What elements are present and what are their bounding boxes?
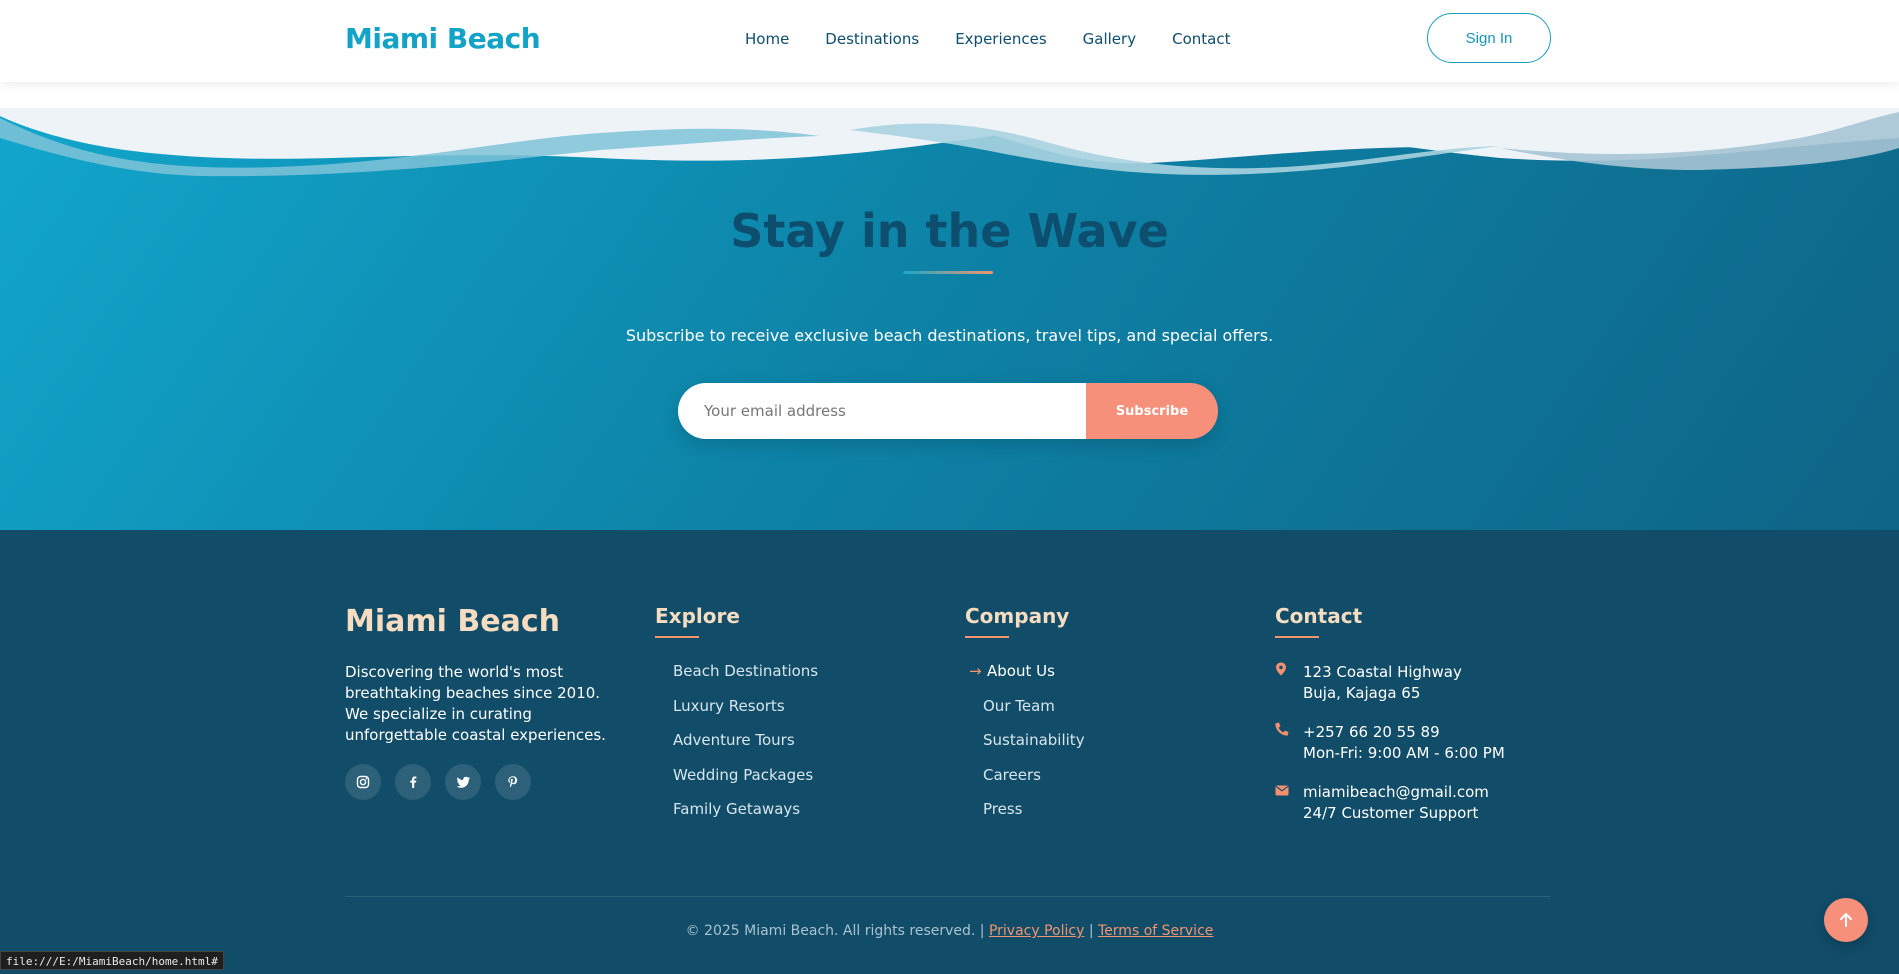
site-logo[interactable]: Miami Beach <box>345 22 541 55</box>
title-underline <box>903 271 993 274</box>
terms-of-service-link[interactable]: Terms of Service <box>1098 923 1213 939</box>
map-marker-icon <box>1275 662 1303 704</box>
contact-title-underline <box>1275 636 1319 638</box>
phone-icon <box>1275 722 1303 764</box>
contact-title: Contact <box>1275 604 1363 628</box>
footer-link-beach-destinations[interactable]: Beach Destinations <box>655 662 818 697</box>
footer-divider <box>345 896 1550 897</box>
nav-experiences[interactable]: Experiences <box>955 30 1046 48</box>
nav-destinations[interactable]: Destinations <box>825 30 919 48</box>
footer-link-wedding-packages[interactable]: Wedding Packages <box>655 766 818 801</box>
company-title: Company <box>965 604 1070 628</box>
phone-number[interactable]: +257 66 20 55 89 <box>1303 722 1505 743</box>
copyright-separator: | <box>1088 923 1094 939</box>
copyright-text: © 2025 Miami Beach. All rights reserved.… <box>685 923 985 939</box>
explore-title: Explore <box>655 604 740 628</box>
nav-home[interactable]: Home <box>745 30 789 48</box>
company-column: Company → About Us Our Team Sustainabilit… <box>965 604 1085 835</box>
instagram-icon[interactable] <box>345 764 381 800</box>
footer-brand: Miami Beach <box>345 604 560 639</box>
contact-phone: +257 66 20 55 89 Mon-Fri: 9:00 AM - 6:00… <box>1275 722 1505 764</box>
footer-link-family-getaways[interactable]: Family Getaways <box>655 800 818 835</box>
nav-contact[interactable]: Contact <box>1172 30 1230 48</box>
twitter-icon[interactable] <box>445 764 481 800</box>
footer-link-sustainability[interactable]: Sustainability <box>965 731 1085 766</box>
email-address[interactable]: miamibeach@gmail.com <box>1303 782 1489 803</box>
copyright-bar: © 2025 Miami Beach. All rights reserved.… <box>0 923 1899 939</box>
arrow-up-icon <box>1840 913 1852 927</box>
contact-address: 123 Coastal Highway Buja, Kajaga 65 <box>1275 662 1505 704</box>
support-text: 24/7 Customer Support <box>1303 804 1479 822</box>
explore-column: Explore Beach Destinations Luxury Resort… <box>655 604 818 835</box>
pinterest-icon[interactable] <box>495 764 531 800</box>
sign-in-button[interactable]: Sign In <box>1427 13 1551 63</box>
footer-link-label: About Us <box>987 662 1055 680</box>
contact-column: Contact 123 Coastal Highway Buja, Kajaga… <box>1275 604 1505 842</box>
footer-description: Discovering the world's most breathtakin… <box>345 663 606 744</box>
footer-link-press[interactable]: Press <box>965 800 1085 835</box>
company-title-underline <box>965 636 1009 638</box>
office-hours: Mon-Fri: 9:00 AM - 6:00 PM <box>1303 744 1505 762</box>
newsletter-subtitle: Subscribe to receive exclusive beach des… <box>625 326 1274 345</box>
contact-email: miamibeach@gmail.com 24/7 Customer Suppo… <box>1275 782 1505 824</box>
social-links <box>345 764 531 800</box>
nav-gallery[interactable]: Gallery <box>1083 30 1136 48</box>
site-header: Miami Beach Home Destinations Experience… <box>0 0 1899 82</box>
footer-link-adventure-tours[interactable]: Adventure Tours <box>655 731 818 766</box>
newsletter-title: Stay in the Wave <box>730 204 1169 258</box>
footer-link-careers[interactable]: Careers <box>965 766 1085 801</box>
privacy-policy-link[interactable]: Privacy Policy <box>989 923 1084 939</box>
arrow-right-icon: → <box>969 662 982 680</box>
main-nav: Home Destinations Experiences Gallery Co… <box>745 30 1266 48</box>
wave-decoration <box>0 108 1899 177</box>
newsletter-section: Stay in the Wave Subscribe to receive ex… <box>0 108 1899 530</box>
email-input[interactable] <box>678 383 1086 439</box>
facebook-icon[interactable] <box>395 764 431 800</box>
subscribe-form: Subscribe <box>678 383 1218 439</box>
browser-status-bar: file:///E:/MiamiBeach/home.html# <box>0 951 224 970</box>
site-footer: Miami Beach Discovering the world's most… <box>0 530 1899 974</box>
footer-link-our-team[interactable]: Our Team <box>965 697 1085 732</box>
address-line-1: 123 Coastal Highway <box>1303 663 1462 681</box>
scroll-to-top-button[interactable] <box>1824 898 1868 942</box>
envelope-icon <box>1275 782 1303 824</box>
footer-link-about-us[interactable]: → About Us <box>965 662 1085 697</box>
address-line-2: Buja, Kajaga 65 <box>1303 684 1421 702</box>
explore-title-underline <box>655 636 699 638</box>
footer-link-luxury-resorts[interactable]: Luxury Resorts <box>655 697 818 732</box>
subscribe-button[interactable]: Subscribe <box>1086 383 1218 439</box>
